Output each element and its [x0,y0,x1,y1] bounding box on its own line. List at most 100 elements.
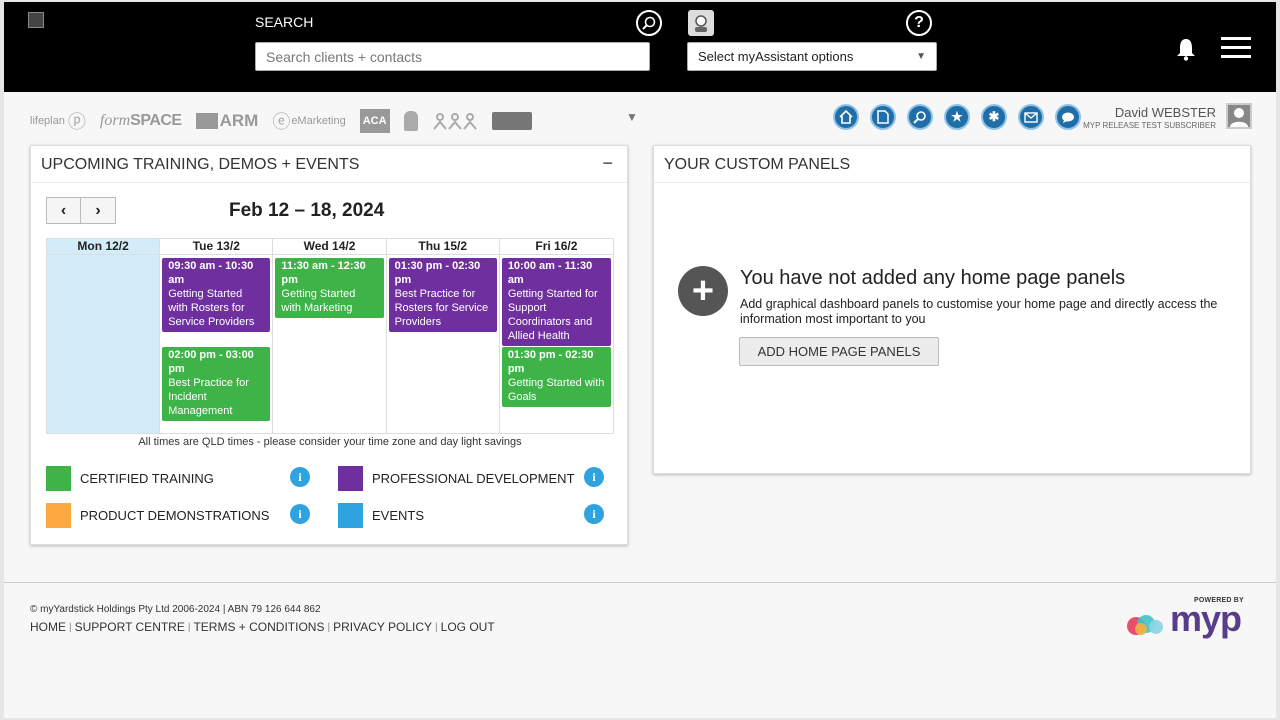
product-formspace-logo[interactable]: form SPACE [100,109,182,133]
add-home-page-panels-button[interactable]: ADD HOME PAGE PANELS [739,337,939,366]
search-input[interactable] [255,42,650,71]
product-people-logo[interactable] [432,109,478,133]
event-title: Best Practice for Rosters for Service Pr… [394,288,489,328]
bell-icon[interactable] [1174,36,1198,62]
footer-link-home[interactable]: HOME [30,620,66,634]
quick-access-bar: ★ ✱ [833,104,1081,130]
training-panel: UPCOMING TRAINING, DEMOS + EVENTS − ‹ › … [30,145,628,545]
empty-state-description: Add graphical dashboard panels to custom… [740,297,1218,326]
legend-swatch [338,503,363,528]
legend-label: EVENTS [372,508,425,523]
calendar-event[interactable]: 02:00 pm - 03:00 pm Best Practice for In… [162,347,271,421]
mail-icon[interactable] [1018,104,1044,130]
custom-panels-title: YOUR CUSTOM PANELS [664,156,851,173]
legend-label: PROFESSIONAL DEVELOPMENT [372,471,575,486]
info-icon[interactable]: i [584,504,604,524]
training-panel-title: UPCOMING TRAINING, DEMOS + EVENTS [41,156,360,173]
product-switcher: lifeplan ⓟ form SPACE ARM ⓔ eMarketing ACA [30,108,532,134]
event-title: Getting Started with Rosters for Service… [168,288,255,328]
legend-label: CERTIFIED TRAINING [80,471,214,486]
myp-logo-icon [1127,615,1163,635]
calendar-event[interactable]: 09:30 am - 10:30 am Getting Started with… [162,258,271,332]
event-time: 01:30 pm - 02:30 pm [394,260,481,286]
panel-divider [654,182,1250,183]
day-header: Thu 15/2 [386,239,499,255]
footer-link-logout[interactable]: LOG OUT [441,620,495,634]
info-icon[interactable]: i [290,504,310,524]
day-column: Mon 12/2 [47,239,161,433]
assistant-select-value: Select myAssistant options [698,49,854,64]
app-frame: SEARCH ? Select myAssistant options ▼ li… [4,2,1276,718]
legend-label: PRODUCT DEMONSTRATIONS [80,508,270,523]
day-header: Tue 13/2 [160,239,273,255]
product-figure-logo[interactable] [403,109,418,133]
footer-links: HOME | SUPPORT CENTRE | TERMS + CONDITIONS… [30,620,495,634]
empty-state-title: You have not added any home page panels [740,267,1126,289]
day-header: Mon 12/2 [47,239,160,255]
info-icon[interactable]: i [290,467,310,487]
event-time: 10:00 am - 11:30 am [507,260,593,286]
add-circle-icon[interactable]: + [678,266,728,316]
user-subscription: MYP RELEASE TEST SUBSCRIBER [1083,121,1216,130]
product-dark-logo[interactable] [491,109,532,133]
next-week-button[interactable]: › [81,197,116,224]
product-lifeplan-logo[interactable]: lifeplan ⓟ [30,109,86,133]
footer-link-terms[interactable]: TERMS + CONDITIONS [193,620,324,634]
avatar[interactable] [1226,103,1252,129]
product-aca-logo[interactable]: ACA [359,109,390,133]
footer-divider [4,582,1276,583]
user-name[interactable]: David WEBSTER [1064,105,1216,120]
footer-link-support[interactable]: SUPPORT CENTRE [75,620,185,634]
search-icon[interactable] [907,104,933,130]
assistant-icon[interactable] [688,10,714,36]
chevron-down-icon: ▼ [916,51,926,62]
info-icon[interactable]: i [584,467,604,487]
week-nav: ‹ › [46,197,116,224]
calendar-event[interactable]: 11:30 am - 12:30 pm Getting Started with… [275,258,384,318]
custom-panels: YOUR CUSTOM PANELS + You have not added … [653,145,1251,474]
event-time: 11:30 am - 12:30 pm [281,260,366,286]
hamburger-menu-icon[interactable] [1221,37,1251,59]
myp-logo[interactable]: myp [1170,598,1242,640]
legend-demonstrations: PRODUCT DEMONSTRATIONS [46,503,269,528]
footer-link-privacy[interactable]: PRIVACY POLICY [333,620,432,634]
legend-professional: PROFESSIONAL DEVELOPMENT [338,466,575,491]
legend-swatch [46,503,71,528]
collapse-icon[interactable]: − [602,153,613,174]
calendar-event[interactable]: 01:30 pm - 02:30 pm Best Practice for Ro… [388,258,497,332]
search-label: SEARCH [255,14,314,30]
snowflake-icon[interactable]: ✱ [981,104,1007,130]
product-emarketing-logo[interactable]: ⓔ eMarketing [272,109,345,133]
legend-swatch [46,466,71,491]
event-title: Getting Started with Marketing [281,288,356,314]
day-column: Fri 16/2 10:00 am - 11:30 am Getting Sta… [499,239,614,433]
legend-events: EVENTS [338,503,424,528]
event-time: 09:30 am - 10:30 am [168,260,254,286]
copyright: © myYardstick Holdings Pty Ltd 2006-2024… [30,604,321,615]
document-icon[interactable] [870,104,896,130]
legend-swatch [338,466,363,491]
top-header: SEARCH ? Select myAssistant options ▼ [4,2,1276,92]
broken-logo-icon[interactable] [28,12,44,28]
day-header: Wed 14/2 [273,239,386,255]
products-more-chevron-icon[interactable]: ▼ [626,110,638,124]
event-title: Getting Started for Support Coordinators… [507,288,598,342]
week-calendar: Mon 12/2 Tue 13/2 09:30 am - 10:30 am Ge… [46,238,614,434]
zoom-search-icon[interactable] [636,10,662,36]
event-title: Getting Started with Goals [507,377,605,403]
day-column: Tue 13/2 09:30 am - 10:30 am Getting Sta… [160,239,274,433]
star-icon[interactable]: ★ [944,104,970,130]
legend-certified: CERTIFIED TRAINING [46,466,214,491]
day-header: Fri 16/2 [499,239,614,255]
calendar-event[interactable]: 10:00 am - 11:30 am Getting Started for … [501,258,612,346]
assistant-select[interactable]: Select myAssistant options ▼ [687,42,937,71]
day-column: Thu 15/2 01:30 pm - 02:30 pm Best Practi… [386,239,500,433]
event-time: 01:30 pm - 02:30 pm [507,349,594,375]
prev-week-button[interactable]: ‹ [46,197,81,224]
home-icon[interactable] [833,104,859,130]
event-time: 02:00 pm - 03:00 pm [168,349,254,375]
calendar-event[interactable]: 01:30 pm - 02:30 pm Getting Started with… [501,347,612,407]
help-icon[interactable]: ? [906,10,932,36]
product-arm-logo[interactable]: ARM [195,109,258,133]
event-title: Best Practice for Incident Management [168,377,249,417]
